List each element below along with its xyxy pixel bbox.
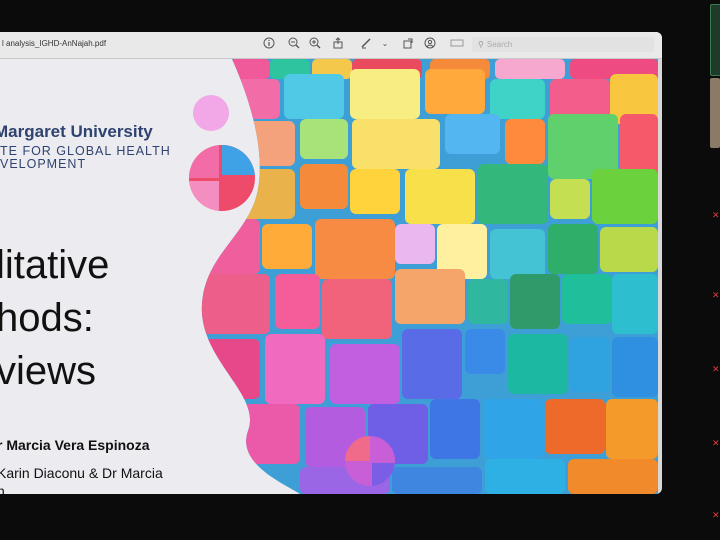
mic-muted-icon: ✕ bbox=[712, 210, 720, 220]
title-line-3: views bbox=[0, 349, 97, 393]
coauthors-line-1: Karin Diaconu & Dr Marcia bbox=[0, 465, 163, 481]
institute-name: TE FOR GLOBAL HEALTH VELOPMENT bbox=[0, 145, 171, 171]
university-name: Margaret University bbox=[0, 122, 153, 141]
highlight-icon[interactable] bbox=[423, 37, 437, 51]
viewer-toolbar: l analysis_IGHD-AnNajah.pdf ⌄ ⚲ Search bbox=[0, 32, 662, 59]
zoom-in-icon[interactable] bbox=[308, 37, 322, 51]
share-icon[interactable] bbox=[331, 37, 345, 51]
coauthors: Karin Diaconu & Dr Marcia n bbox=[0, 464, 163, 494]
title-line-1: litative bbox=[0, 243, 110, 287]
search-placeholder: Search bbox=[486, 40, 513, 49]
rotate-icon[interactable] bbox=[401, 37, 415, 51]
document-title: l analysis_IGHD-AnNajah.pdf bbox=[2, 39, 107, 48]
mic-muted-icon: ✕ bbox=[712, 438, 720, 448]
markup-icon[interactable] bbox=[359, 37, 373, 51]
slide-canvas[interactable]: Margaret University TE FOR GLOBAL HEALTH… bbox=[0, 59, 658, 494]
mic-muted-icon: ✕ bbox=[712, 510, 720, 520]
institute-line-2: VELOPMENT bbox=[0, 157, 87, 171]
mic-muted-icon: ✕ bbox=[712, 364, 720, 374]
zoom-out-icon[interactable] bbox=[287, 37, 301, 51]
title-line-2: hods: bbox=[0, 296, 94, 340]
search-icon: ⚲ bbox=[478, 40, 484, 49]
coauthors-line-2: n bbox=[0, 483, 5, 494]
redact-icon[interactable] bbox=[450, 37, 464, 51]
participant-video-tile[interactable] bbox=[710, 4, 720, 76]
mic-muted-icon: ✕ bbox=[712, 290, 720, 300]
info-icon[interactable] bbox=[262, 37, 276, 51]
presenter-name: r Marcia Vera Espinoza bbox=[0, 437, 150, 453]
search-field[interactable]: ⚲ Search bbox=[472, 37, 654, 52]
pdf-viewer-window: l analysis_IGHD-AnNajah.pdf ⌄ ⚲ Search M… bbox=[0, 32, 662, 494]
chevron-down-icon[interactable]: ⌄ bbox=[378, 37, 392, 51]
participant-video-tile[interactable] bbox=[710, 78, 720, 148]
slide-title: litative hods: views bbox=[0, 239, 109, 398]
